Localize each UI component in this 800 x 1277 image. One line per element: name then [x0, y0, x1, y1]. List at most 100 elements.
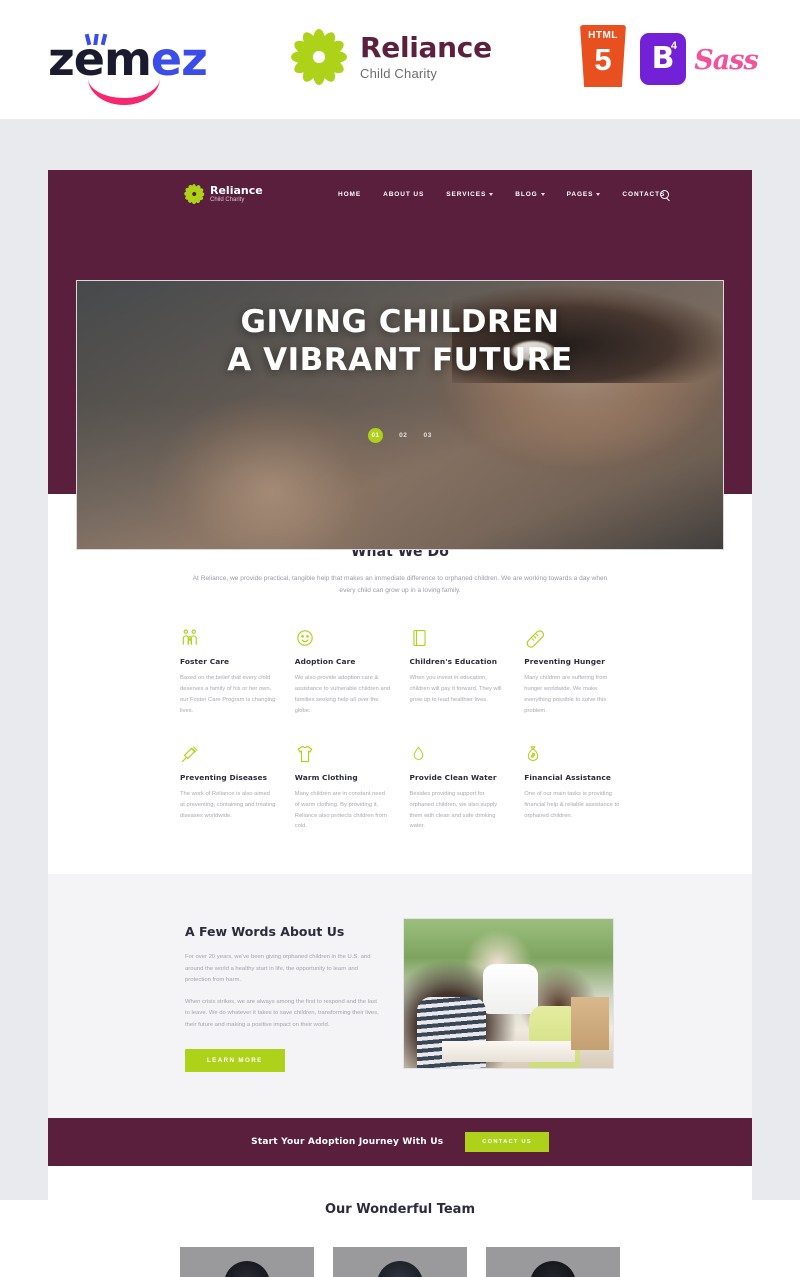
nav-label: BLOG: [515, 191, 538, 198]
nav-item-home[interactable]: HOME: [338, 191, 361, 198]
learn-more-button[interactable]: LEARN MORE: [185, 1049, 285, 1073]
team-member-card-1[interactable]: [180, 1247, 314, 1277]
service-card-foster-care[interactable]: Foster Care Based on the belief that eve…: [180, 626, 276, 716]
service-text: Many children are in constant need of wa…: [294, 791, 387, 830]
template-branding-bar: zemez Reliance Child Charity HTML 5 B 4 …: [0, 0, 800, 119]
service-card-preventing-hunger[interactable]: Preventing Hunger Many children are suff…: [524, 626, 620, 716]
supply-box: [571, 996, 609, 1051]
flower-logo-icon: [291, 29, 347, 85]
service-card-provide-clean-water[interactable]: Provide Clean Water Besides providing su…: [410, 742, 506, 832]
team-member-card-2[interactable]: [333, 1247, 467, 1277]
nav-label: SERVICES: [446, 191, 487, 198]
technology-badges: HTML 5 B 4 Sass: [580, 25, 759, 87]
site-logo[interactable]: Reliance Child Charity: [184, 184, 263, 204]
service-title: Adoption Care: [294, 657, 356, 667]
slide-dot-01[interactable]: 01: [368, 428, 384, 443]
book-icon: [410, 626, 506, 648]
service-title: Provide Clean Water: [409, 773, 497, 783]
nav-label: HOME: [338, 191, 362, 198]
about-copy: A Few Words About Us For over 20 years, …: [185, 918, 383, 1073]
team-member-photo: [530, 1261, 576, 1277]
team-grid: [180, 1247, 620, 1277]
about-title: A Few Words About Us: [185, 924, 345, 940]
search-icon[interactable]: [660, 190, 670, 202]
what-we-do-lead: At Reliance, we provide practical, tangi…: [192, 575, 608, 595]
service-text: Based on the belief that every child des…: [180, 675, 276, 714]
website-preview: Reliance Child Charity HOME ABOUT US SER…: [48, 170, 752, 1277]
site-logo-name: Reliance: [210, 183, 263, 197]
about-us-section: A Few Words About Us For over 20 years, …: [48, 874, 752, 1119]
service-title: Warm Clothing: [294, 773, 358, 783]
html5-number: 5: [594, 42, 612, 77]
team-member-photo: [377, 1261, 423, 1277]
service-card-financial-assistance[interactable]: Financial Assistance One of our main tas…: [524, 742, 620, 832]
cta-text: Start Your Adoption Journey With Us: [251, 1137, 444, 1148]
zemez-umlaut-icon: [84, 33, 108, 46]
zemez-wordmark: zemez: [48, 32, 208, 86]
zemez-smile-icon: [88, 78, 160, 105]
hero-heading: GIVING CHILDREN A VIBRANT FUTURE: [48, 304, 752, 380]
syringe-icon: [180, 742, 276, 764]
team-section: Our Wonderful Team: [48, 1166, 752, 1277]
service-title: Foster Care: [180, 657, 230, 667]
service-card-childrens-education[interactable]: Children's Education When you invest in …: [410, 626, 506, 716]
about-photo: [403, 918, 614, 1070]
about-paragraph-1: For over 20 years, we've been giving orp…: [185, 954, 371, 984]
sass-icon: Sass: [694, 44, 758, 76]
hero-section: GIVING CHILDREN A VIBRANT FUTURE 01 02 0…: [48, 226, 752, 550]
service-title: Children's Education: [409, 657, 498, 667]
nav-item-contacts[interactable]: CONTACTS: [622, 191, 665, 198]
volunteer-figure: [483, 963, 538, 1015]
family-icon: [180, 626, 276, 648]
money-bag-icon: [524, 742, 620, 764]
team-member-photo: [224, 1261, 270, 1277]
nav-label: CONTACTS: [622, 191, 666, 198]
nav-label: PAGES: [566, 191, 594, 198]
site-header: Reliance Child Charity HOME ABOUT US SER…: [48, 170, 752, 226]
service-title: Preventing Diseases: [180, 773, 268, 783]
slide-dot-03[interactable]: 03: [424, 432, 432, 439]
service-card-preventing-diseases[interactable]: Preventing Diseases The work of Reliance…: [180, 742, 276, 832]
service-title: Preventing Hunger: [524, 657, 605, 667]
hero-slider-pagination: 01 02 03: [48, 428, 752, 443]
site-nav: HOME ABOUT US SERVICES BLOG PAGES CONTAC…: [338, 191, 665, 198]
bootstrap-version: 4: [670, 39, 677, 52]
nav-item-services[interactable]: SERVICES: [446, 191, 494, 198]
reliance-brand-logo[interactable]: Reliance Child Charity: [291, 29, 492, 85]
about-paragraph-2: When crisis strikes, we are always among…: [185, 998, 379, 1028]
service-card-warm-clothing[interactable]: Warm Clothing Many children are in const…: [295, 742, 391, 832]
site-flower-icon: [184, 184, 205, 204]
water-drop-icon: [410, 742, 506, 764]
smiley-face-icon: [295, 626, 391, 648]
service-text: We also provide adoption care & assistan…: [294, 675, 391, 714]
bread-icon: [524, 626, 620, 649]
bootstrap-icon: B 4: [640, 32, 686, 85]
html5-label: HTML: [588, 30, 618, 41]
service-text: One of our main tasks is providing finan…: [524, 791, 620, 819]
html5-icon: HTML 5: [580, 25, 626, 87]
brand-name: Reliance: [360, 31, 492, 65]
hero-heading-line1: GIVING CHILDREN: [240, 304, 560, 340]
chevron-down-icon: [540, 193, 545, 196]
service-card-adoption-care[interactable]: Adoption Care We also provide adoption c…: [295, 626, 391, 716]
slide-dot-02[interactable]: 02: [399, 432, 407, 439]
tshirt-icon: [295, 742, 391, 764]
nav-item-blog[interactable]: BLOG: [515, 191, 545, 198]
service-text: The work of Reliance is also aimed at pr…: [180, 791, 276, 819]
team-title: Our Wonderful Team: [324, 1202, 475, 1218]
food-table: [441, 1041, 576, 1063]
site-logo-sub: Child Charity: [210, 197, 245, 204]
chevron-down-icon: [489, 193, 494, 196]
nav-item-about-us[interactable]: ABOUT US: [383, 191, 424, 198]
contact-us-button[interactable]: CONTACT US: [465, 1132, 549, 1153]
what-we-do-section: What We Do At Reliance, we provide pract…: [48, 494, 752, 875]
hero-heading-line2: A VIBRANT FUTURE: [227, 341, 573, 378]
cta-banner: Start Your Adoption Journey With Us CONT…: [48, 1118, 752, 1167]
service-text: Besides providing support for orphaned c…: [409, 791, 498, 830]
team-member-card-3[interactable]: [486, 1247, 620, 1277]
service-cards-grid: Foster Care Based on the belief that eve…: [180, 626, 620, 832]
zemez-logo[interactable]: zemez: [48, 28, 208, 105]
nav-label: ABOUT US: [383, 191, 425, 198]
search-handle: [666, 197, 670, 202]
nav-item-pages[interactable]: PAGES: [567, 191, 601, 198]
